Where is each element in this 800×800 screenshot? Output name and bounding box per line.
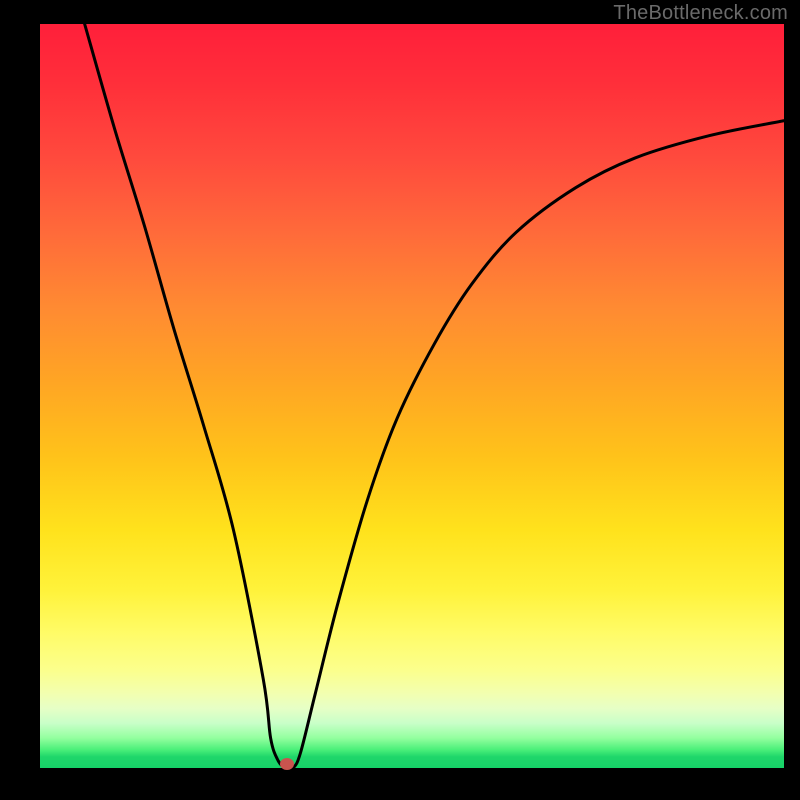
bottleneck-curve xyxy=(85,24,784,768)
curve-svg xyxy=(40,24,784,768)
watermark-text: TheBottleneck.com xyxy=(613,2,788,25)
bottleneck-point-marker xyxy=(280,758,294,770)
plot-area xyxy=(40,24,784,768)
chart-frame: TheBottleneck.com xyxy=(0,0,800,800)
